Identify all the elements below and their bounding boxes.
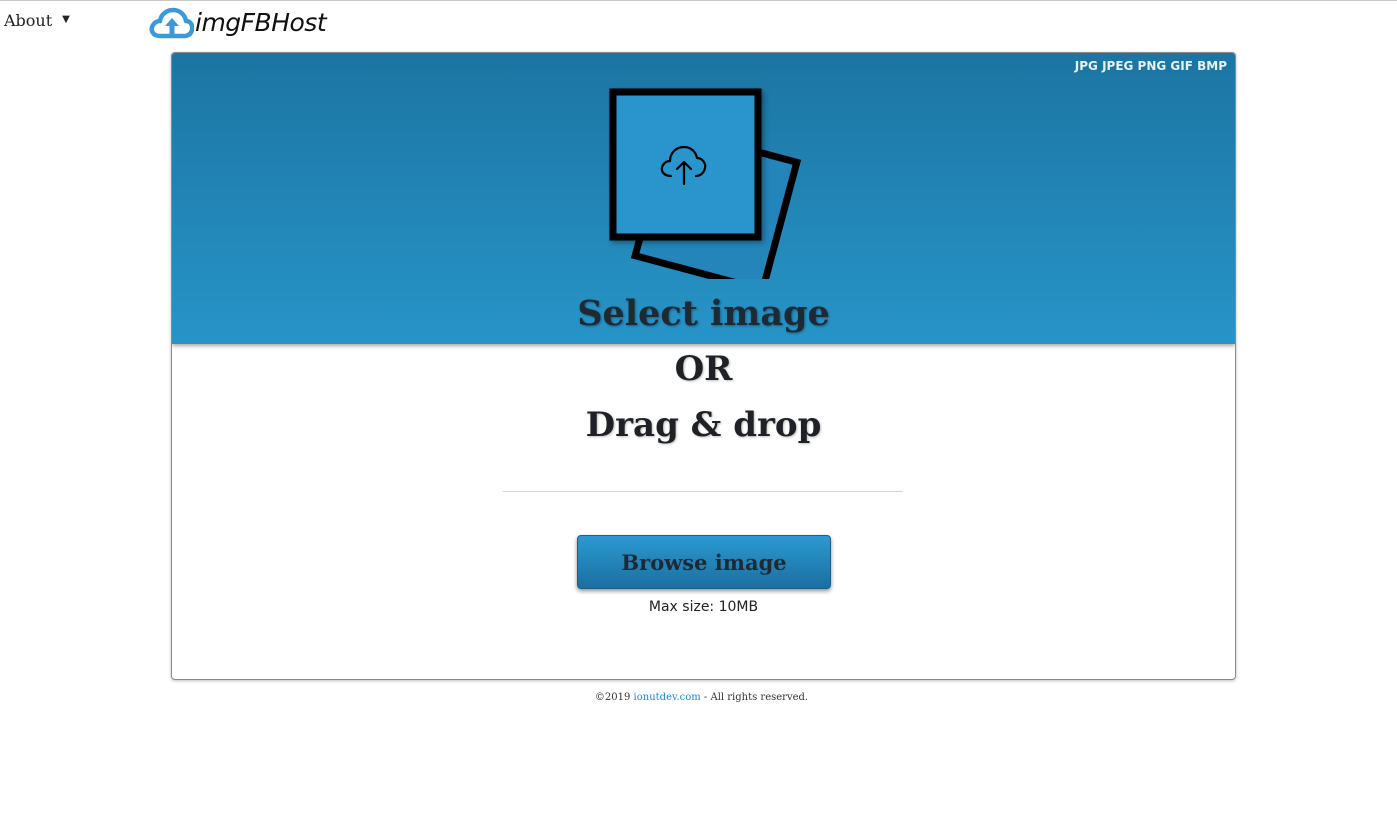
browse-image-button[interactable]: Browse image: [577, 535, 831, 589]
site-logo[interactable]: imgFBHost: [148, 6, 327, 40]
about-label: About: [4, 11, 53, 30]
top-border: [0, 0, 1397, 1]
image-stack-icon: [609, 88, 802, 279]
footer-link[interactable]: ionutdev.com: [634, 692, 701, 703]
upload-card: JPG JPEG PNG GIF BMP Select image OR Dra…: [171, 52, 1236, 680]
max-size-note: Max size: 10MB: [648, 599, 759, 615]
supported-formats: JPG JPEG PNG GIF BMP: [1074, 59, 1227, 73]
about-menu[interactable]: About ▼: [4, 11, 70, 30]
cloud-upload-icon: [149, 7, 194, 39]
logo-text: imgFBHost: [195, 7, 327, 37]
divider: [503, 491, 903, 492]
select-image-label[interactable]: Select image: [172, 293, 1235, 334]
drag-drop-label: Drag & drop: [585, 405, 822, 445]
footer: ©2019 ionutdev.com - All rights reserved…: [0, 692, 1397, 703]
browse-image-label: Browse image: [621, 549, 787, 575]
footer-copyright: ©2019: [594, 692, 634, 703]
or-label: OR: [674, 349, 733, 389]
caret-down-icon: ▼: [62, 13, 70, 25]
footer-rights: - All rights reserved.: [700, 692, 809, 703]
select-image-area[interactable]: JPG JPEG PNG GIF BMP Select image: [172, 53, 1235, 344]
